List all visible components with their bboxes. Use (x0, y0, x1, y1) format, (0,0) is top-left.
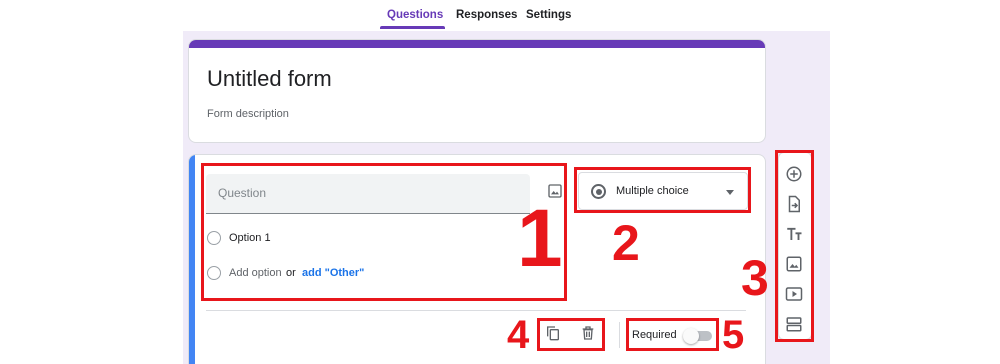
form-editor: Questions Responses Settings Untitled fo… (0, 0, 1000, 364)
annotation-box-5 (626, 318, 719, 351)
annotation-box-3 (775, 150, 814, 342)
active-tab-indicator (380, 26, 445, 29)
active-question-indicator (189, 155, 195, 364)
form-title[interactable]: Untitled form (207, 66, 332, 92)
annotation-number-3: 3 (741, 250, 769, 306)
annotation-box-1 (201, 163, 567, 301)
theme-band (189, 40, 765, 48)
footer-separator (619, 322, 620, 348)
annotation-box-2 (574, 167, 751, 213)
form-description[interactable]: Form description (207, 108, 289, 120)
annotation-box-4 (537, 318, 605, 351)
annotation-number-2: 2 (612, 215, 640, 271)
editor-tabs: Questions Responses Settings (0, 0, 1000, 31)
form-header-card[interactable]: Untitled form Form description (188, 39, 766, 143)
annotation-number-1: 1 (517, 193, 563, 284)
tab-questions[interactable]: Questions (387, 9, 443, 21)
tab-settings[interactable]: Settings (526, 9, 571, 21)
annotation-number-5: 5 (722, 313, 745, 357)
footer-divider (206, 310, 746, 311)
annotation-number-4: 4 (507, 313, 530, 357)
tab-responses[interactable]: Responses (456, 9, 517, 21)
